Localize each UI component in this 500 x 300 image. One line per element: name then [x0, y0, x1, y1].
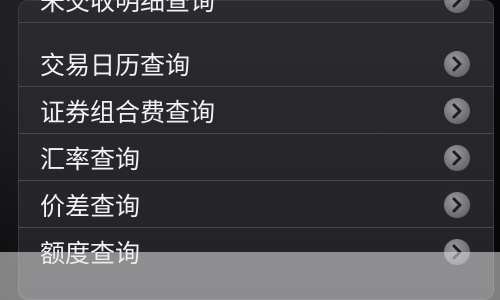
chevron-right-icon — [444, 191, 470, 218]
menu-item-price-spread[interactable]: 价差查询 — [18, 182, 494, 228]
query-menu-list: 未交收明细查询 交易日历查询 证券组合费查询 汇率查询 价差查询 额度查询 — [18, 0, 494, 300]
menu-item-trading-calendar[interactable]: 交易日历查询 — [18, 41, 494, 87]
chevron-right-icon — [444, 50, 470, 77]
menu-item-label: 汇率查询 — [40, 144, 141, 174]
chevron-right-icon — [444, 97, 470, 124]
chevron-right-icon — [444, 239, 470, 265]
menu-item-portfolio-fee[interactable]: 证券组合费查询 — [18, 88, 494, 134]
menu-item-quota[interactable]: 额度查询 — [18, 229, 494, 275]
menu-item-exchange-rate[interactable]: 汇率查询 — [18, 135, 494, 181]
menu-item-label: 额度查询 — [40, 239, 141, 268]
app-screen: 未交收明细查询 交易日历查询 证券组合费查询 汇率查询 价差查询 额度查询 — [0, 0, 500, 300]
chevron-right-icon — [444, 144, 470, 171]
menu-item-label: 证券组合费查询 — [40, 97, 216, 127]
menu-item-label: 价差查询 — [40, 191, 141, 221]
menu-item-label: 未交收明细查询 — [40, 0, 216, 16]
menu-item-unsettled-details[interactable]: 未交收明细查询 — [18, 0, 494, 23]
menu-item-label: 交易日历查询 — [40, 50, 191, 80]
chevron-right-icon — [444, 0, 470, 13]
